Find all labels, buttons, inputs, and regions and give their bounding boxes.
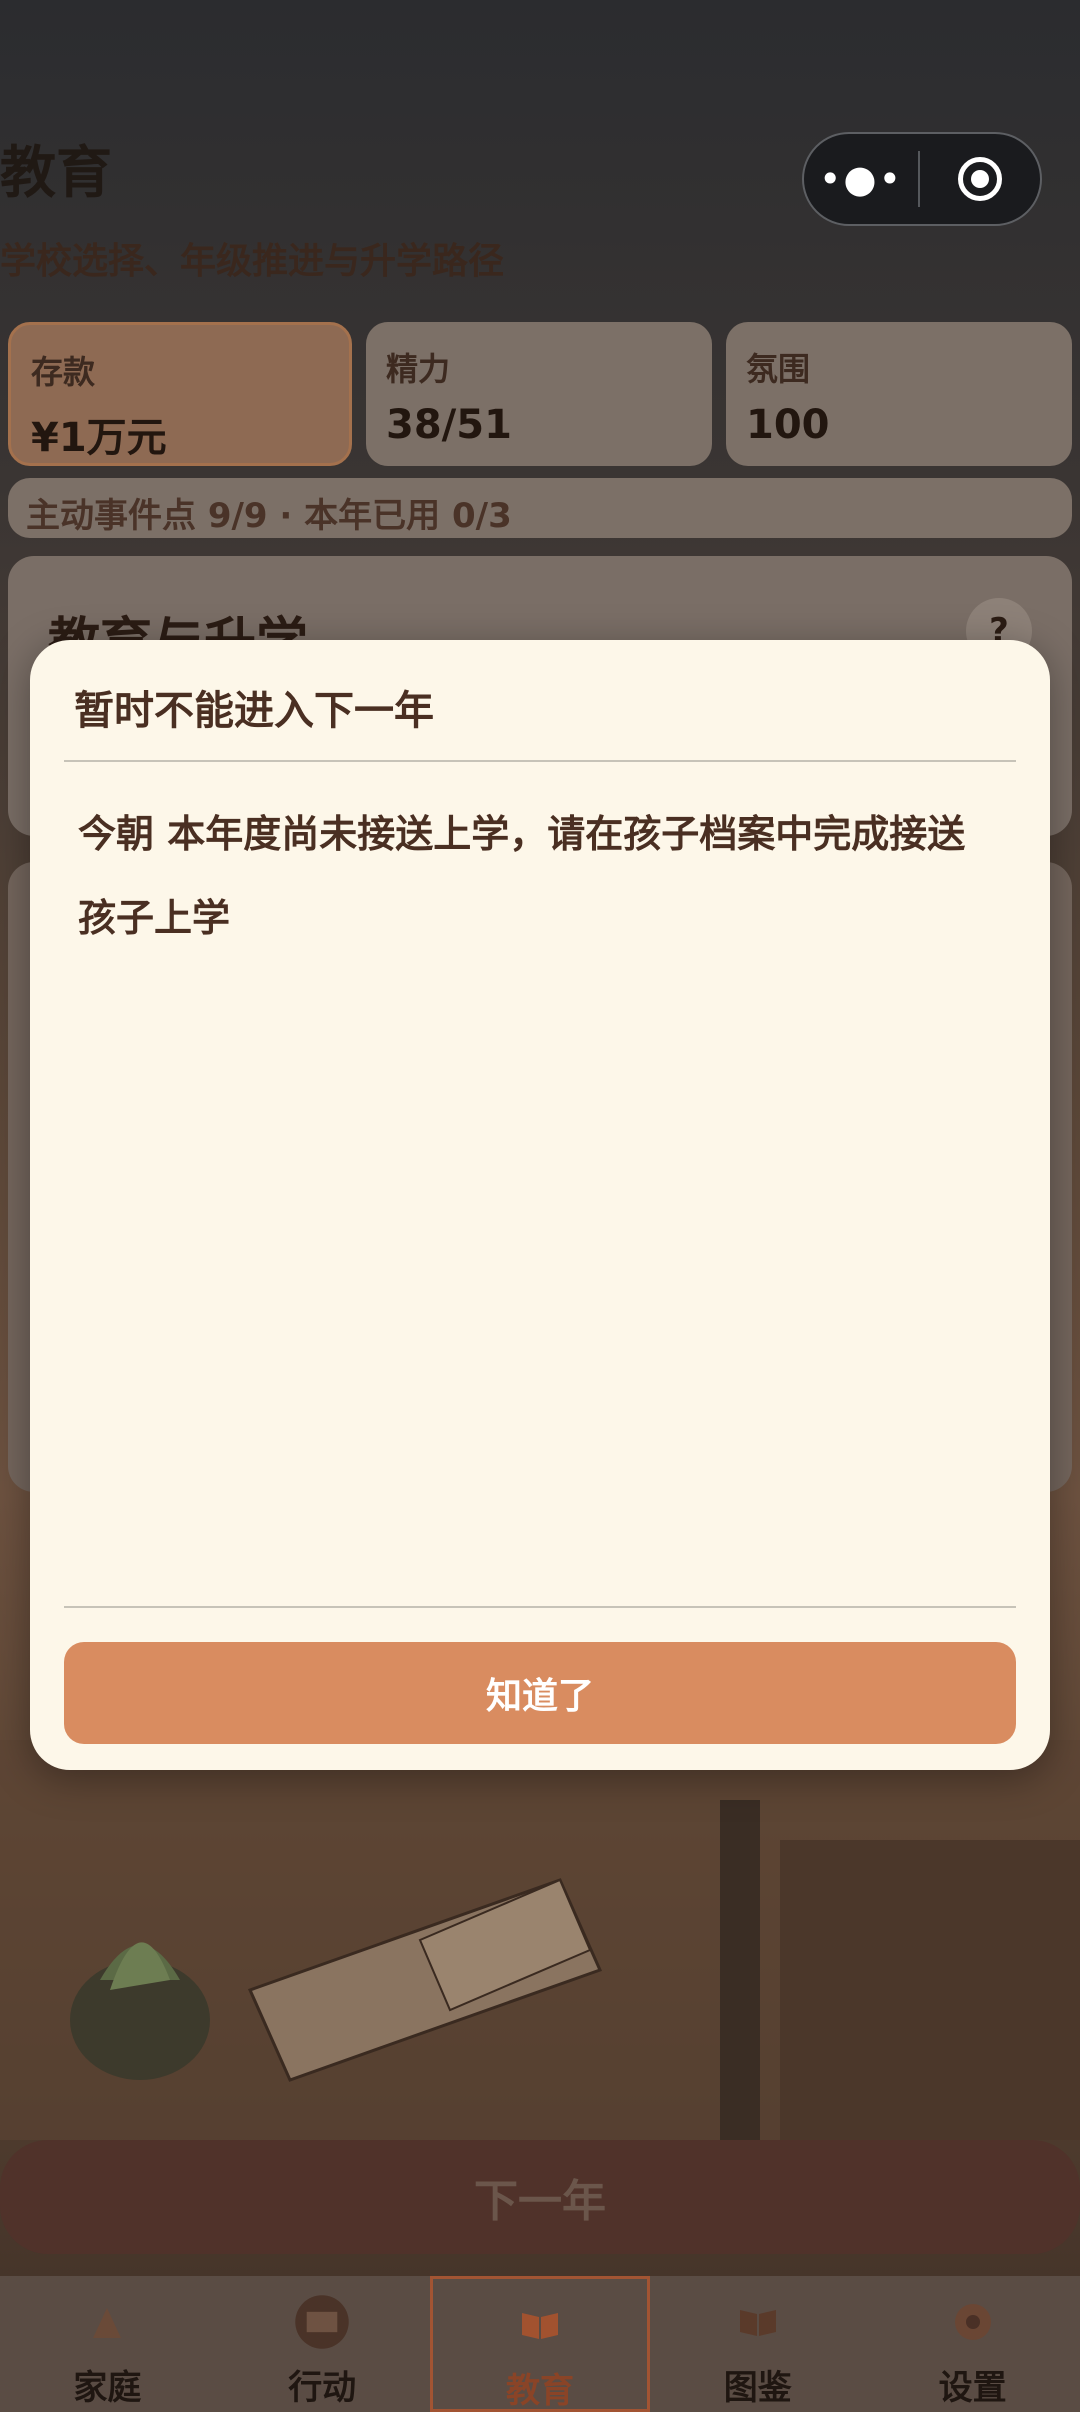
dialog-message: 今朝 本年度尚未接送上学，请在孩子档案中完成接送孩子上学 (78, 812, 966, 940)
dialog-title: 暂时不能进入下一年 (74, 688, 434, 734)
alert-dialog: 暂时不能进入下一年 今朝 本年度尚未接送上学，请在孩子档案中完成接送孩子上学 知… (30, 640, 1050, 1770)
acknowledge-button[interactable]: 知道了 (64, 1642, 1016, 1744)
dialog-divider-bottom (64, 1606, 1016, 1608)
dialog-divider-top (64, 760, 1016, 762)
